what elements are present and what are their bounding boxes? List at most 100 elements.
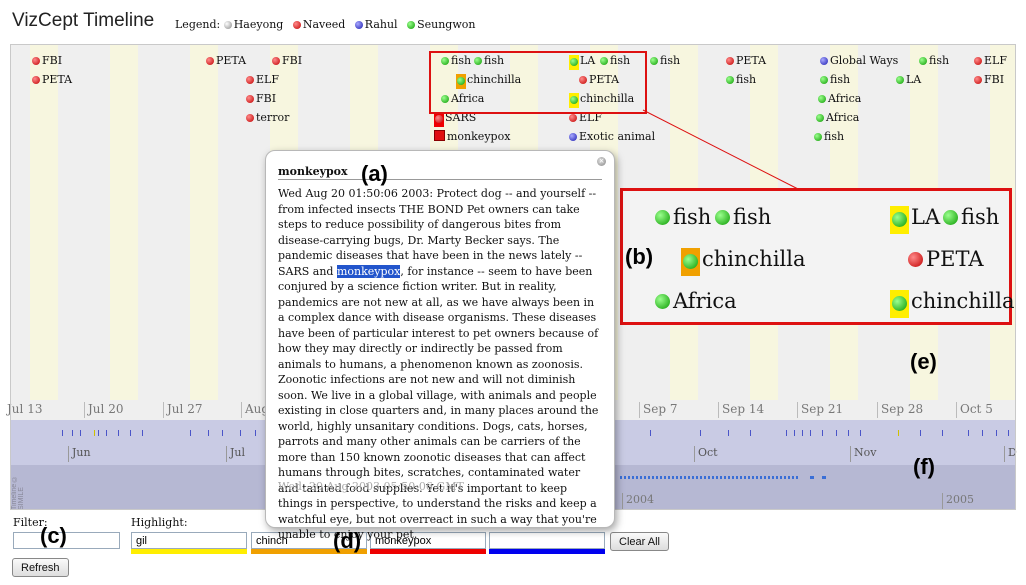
- zoom-detail-panel: fish fish LA fish chinchilla PETA Africa…: [620, 188, 1014, 325]
- timeline-event[interactable]: Global Ways: [820, 54, 898, 67]
- red-dot-icon: [32, 57, 40, 65]
- refresh-button[interactable]: Refresh: [12, 558, 69, 577]
- highlight-label: Highlight:: [131, 516, 188, 529]
- timeline-event[interactable]: LA: [896, 73, 921, 86]
- date-tick: Oct 5: [956, 402, 993, 418]
- green-dot-icon: [814, 133, 822, 141]
- zoom-event-highlighted: LA: [890, 205, 940, 234]
- green-dot-icon: [715, 210, 730, 225]
- red-dot-icon: [272, 57, 280, 65]
- date-tick: Sep 28: [877, 402, 923, 418]
- simile-credit: Timeline © SIMILE: [11, 474, 25, 510]
- green-dot-icon: [820, 76, 828, 84]
- red-dot-icon: [974, 57, 982, 65]
- month-label: Oct: [694, 446, 718, 462]
- timeline-event[interactable]: ELF: [974, 54, 1007, 67]
- date-tick: Sep 21: [797, 402, 843, 418]
- callout-b: (b): [625, 244, 654, 269]
- month-label: Jul: [226, 446, 245, 462]
- timeline-event[interactable]: Africa: [818, 92, 861, 105]
- zoom-event: Africa: [655, 289, 737, 313]
- green-dot-icon: [892, 212, 907, 227]
- date-tick: Sep 14: [718, 402, 764, 418]
- timeline-event[interactable]: FBI: [272, 54, 302, 67]
- red-dot-icon: [246, 114, 254, 122]
- red-dot-icon: [974, 76, 982, 84]
- zoom-event: fish: [655, 205, 711, 229]
- date-tick: Sep 7: [639, 402, 677, 418]
- green-dot-icon: [818, 95, 826, 103]
- timeline-event[interactable]: ELF: [246, 73, 279, 86]
- red-dot-icon: [435, 115, 443, 123]
- red-dot-icon: [908, 252, 923, 267]
- red-dot-icon: [726, 57, 734, 65]
- timeline-event[interactable]: fish: [726, 73, 756, 86]
- green-dot-icon: [655, 294, 670, 309]
- popup-date: Wed, 20 Aug 2003 05:50:06 GMT: [278, 480, 464, 493]
- green-dot-icon: [683, 254, 698, 269]
- month-label: Nov: [850, 446, 876, 462]
- callout-d: (d): [333, 528, 362, 553]
- timeline-event[interactable]: FBI: [246, 92, 276, 105]
- green-dot-icon: [726, 76, 734, 84]
- selected-marker-icon: [434, 130, 445, 141]
- highlight-color-bar-red: [370, 549, 486, 554]
- legend-item-rahul: Rahul: [354, 18, 398, 31]
- green-dot-icon: [650, 57, 658, 65]
- callout-c: (c): [40, 523, 67, 548]
- red-dot-icon: [292, 21, 301, 29]
- timeline-event[interactable]: Africa: [816, 111, 859, 124]
- timeline-event-selected[interactable]: monkeypox: [434, 130, 510, 143]
- close-icon[interactable]: ×: [597, 157, 606, 166]
- month-label: D: [1004, 446, 1017, 462]
- date-tick: Jul 13: [7, 402, 43, 416]
- green-dot-icon: [919, 57, 927, 65]
- zoom-event: fish: [943, 205, 999, 229]
- legend-label: Legend:: [175, 18, 221, 31]
- zoom-event: fish: [715, 205, 771, 229]
- legend-item-seungwon: Seungwon: [407, 18, 475, 31]
- green-dot-icon: [407, 21, 416, 29]
- timeline-event[interactable]: terror: [246, 111, 289, 124]
- timeline-event[interactable]: fish: [919, 54, 949, 67]
- timeline-event[interactable]: Exotic animal: [569, 130, 655, 143]
- date-tick: Jul 27: [163, 402, 202, 418]
- red-dot-icon: [206, 57, 214, 65]
- highlight-input-yellow[interactable]: [131, 532, 247, 549]
- clear-all-button[interactable]: Clear All: [610, 532, 669, 551]
- legend-item-haeyong: Haeyong: [223, 18, 283, 31]
- highlight-color-bar-blue: [489, 549, 605, 554]
- green-dot-icon: [816, 114, 824, 122]
- green-dot-icon: [896, 76, 904, 84]
- timeline-event[interactable]: PETA: [726, 54, 766, 67]
- timeline-event[interactable]: PETA: [32, 73, 72, 86]
- year-label: 2004: [622, 493, 654, 509]
- red-dot-icon: [32, 76, 40, 84]
- timeline-event[interactable]: fish: [814, 130, 844, 143]
- zoom-event-highlighted: chinchilla: [681, 247, 805, 276]
- selection-rectangle: [429, 51, 647, 114]
- blue-dot-icon: [569, 133, 577, 141]
- timeline-event[interactable]: fish: [650, 54, 680, 67]
- green-dot-icon: [892, 296, 907, 311]
- timeline-event[interactable]: FBI: [974, 73, 1004, 86]
- year-label: 2005: [942, 493, 974, 509]
- blue-dot-icon: [820, 57, 828, 65]
- callout-a: (a): [361, 161, 388, 186]
- date-tick: Jul 20: [84, 402, 123, 418]
- timeline-event[interactable]: PETA: [206, 54, 246, 67]
- timeline-event[interactable]: FBI: [32, 54, 62, 67]
- green-dot-icon: [655, 210, 670, 225]
- popup-title: monkeypox: [278, 165, 348, 178]
- legend-item-naveed: Naveed: [292, 18, 345, 31]
- zoom-event: PETA: [908, 247, 983, 271]
- gray-dot-icon: [223, 21, 232, 29]
- green-dot-icon: [943, 210, 958, 225]
- zoom-event-highlighted: chinchilla: [890, 289, 1014, 318]
- search-match: monkeypox: [336, 264, 401, 278]
- red-dot-icon: [246, 76, 254, 84]
- callout-e: (e): [910, 349, 937, 374]
- callout-f: (f): [913, 454, 935, 479]
- highlight-color-bar-yellow: [131, 549, 247, 554]
- timeline-event[interactable]: fish: [820, 73, 850, 86]
